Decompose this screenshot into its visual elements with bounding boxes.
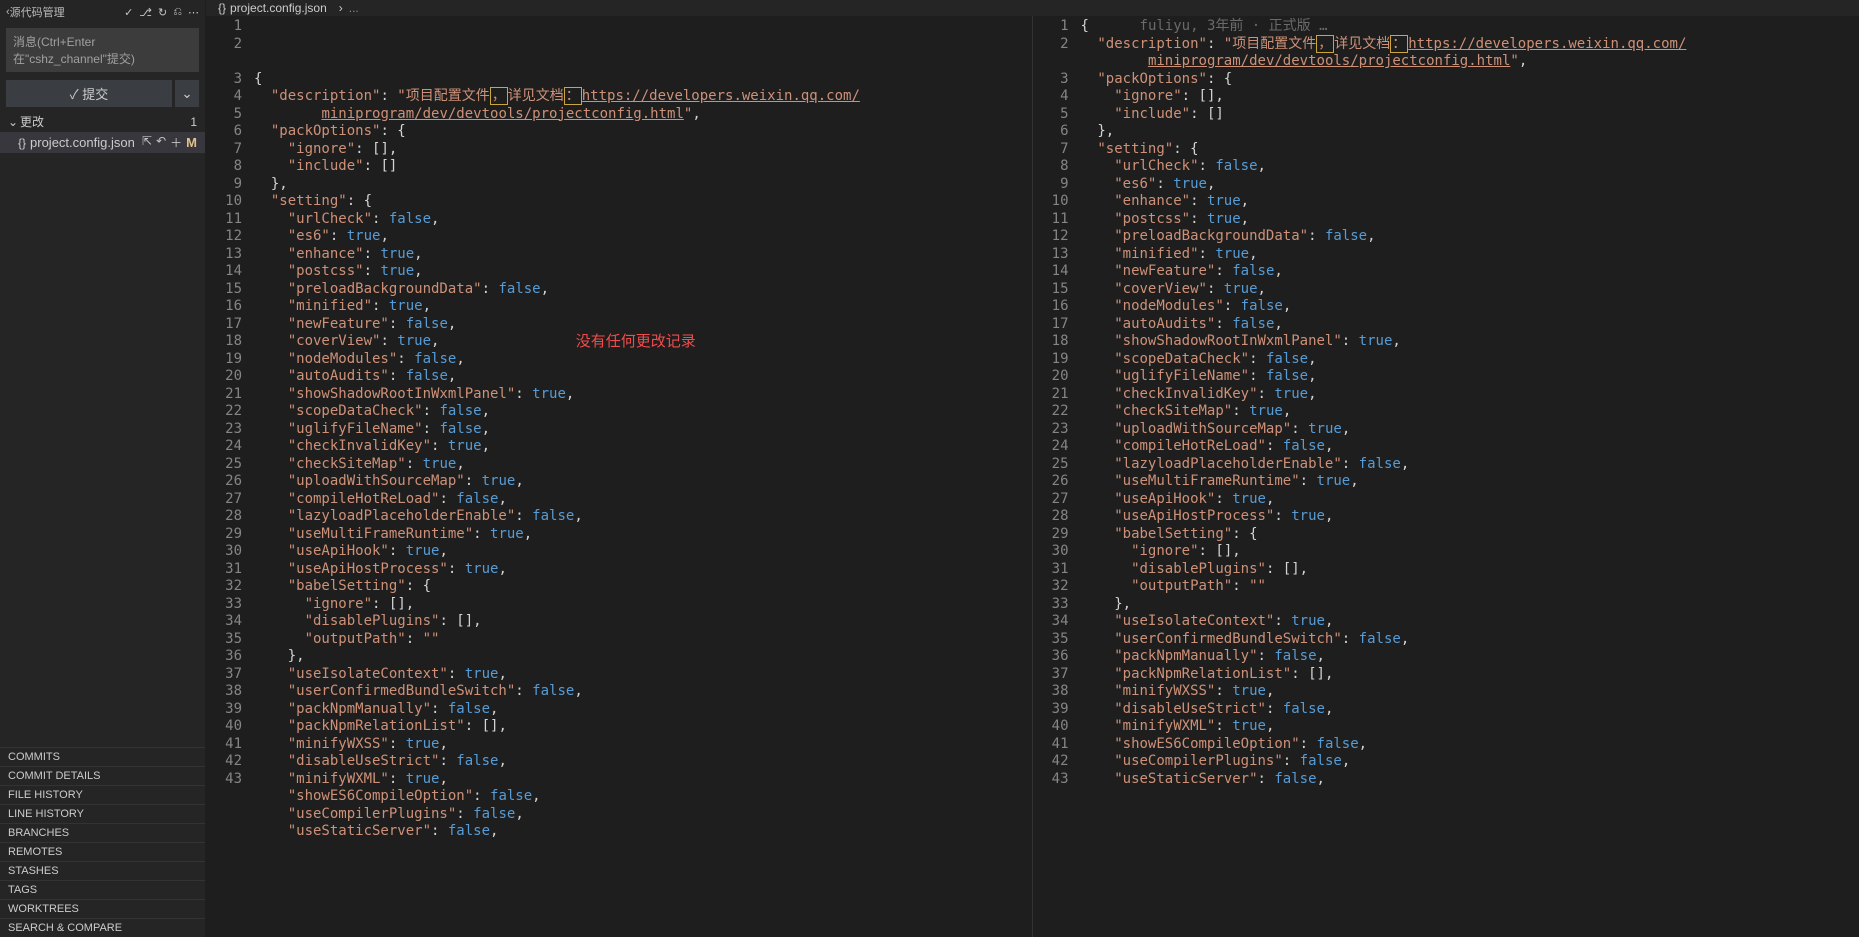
changes-count: 1	[190, 115, 197, 129]
modified-badge: M	[186, 135, 197, 150]
changes-label: 更改	[20, 113, 190, 130]
stage-icon[interactable]: ＋	[170, 134, 182, 151]
check-icon[interactable]: ✓	[124, 6, 133, 19]
panel-item[interactable]: LINE HISTORY	[0, 804, 205, 823]
tab-bar: {} project.config.json › ...	[206, 0, 1859, 16]
chevron-down-icon: ⌄	[8, 115, 20, 129]
code-left[interactable]: 没有任何更改记录 { "description": "项目配置文件，详见文档：h…	[254, 16, 1018, 937]
tree-icon[interactable]: ⎇	[139, 6, 152, 19]
gitlens-panels: COMMITSCOMMIT DETAILSFILE HISTORYLINE HI…	[0, 747, 205, 937]
commit-button[interactable]: ✓ 提交	[6, 80, 172, 107]
panel-item[interactable]: FILE HISTORY	[0, 785, 205, 804]
open-file-icon[interactable]: ⇱	[142, 134, 152, 151]
code-right[interactable]: { fuliyu, 3年前 · 正式版 … "description": "项目…	[1081, 16, 1846, 937]
commit-dropdown[interactable]: ⌄	[175, 80, 199, 107]
refresh-icon[interactable]: ↻	[158, 6, 167, 19]
file-name: project.config.json	[30, 135, 142, 150]
scm-sidebar: ‹ 源代码管理 ✓ ⎇ ↻ ⎌ ⋯ 消息(Ctrl+Enter 在"cshz_c…	[0, 0, 206, 937]
json-file-icon: {}	[18, 136, 26, 150]
commit-graph-icon[interactable]: ⎌	[173, 6, 182, 19]
commit-message-input[interactable]: 消息(Ctrl+Enter 在"cshz_channel"提交)	[6, 28, 199, 72]
panel-item[interactable]: WORKTREES	[0, 899, 205, 918]
json-file-icon: {}	[218, 1, 226, 15]
line-gutter-right: 1234567891011121314151617181920212223242…	[1033, 16, 1081, 937]
panel-item[interactable]: BRANCHES	[0, 823, 205, 842]
panel-item[interactable]: STASHES	[0, 861, 205, 880]
discard-icon[interactable]: ↶	[156, 134, 166, 151]
panel-item[interactable]: TAGS	[0, 880, 205, 899]
tab-label: project.config.json	[230, 1, 327, 15]
panel-item[interactable]: COMMITS	[0, 747, 205, 766]
scrollbar-right[interactable]	[1845, 16, 1859, 937]
diff-left-pane[interactable]: 1234567891011121314151617181920212223242…	[206, 16, 1033, 937]
panel-item[interactable]: SEARCH & COMPARE	[0, 918, 205, 937]
changed-file-row[interactable]: {} project.config.json ⇱ ↶ ＋ M	[0, 132, 205, 153]
scrollbar-left[interactable]	[1018, 16, 1032, 937]
scm-action-icons: ✓ ⎇ ↻ ⎌ ⋯	[124, 6, 199, 19]
tab-project-config[interactable]: {} project.config.json	[212, 1, 333, 15]
scm-header: ‹ 源代码管理 ✓ ⎇ ↻ ⎌ ⋯	[0, 0, 205, 24]
breadcrumb-more: ...	[349, 1, 359, 15]
editor-area: {} project.config.json › ... 12345678910…	[206, 0, 1859, 937]
diff-view: 1234567891011121314151617181920212223242…	[206, 16, 1859, 937]
panel-item[interactable]: REMOTES	[0, 842, 205, 861]
breadcrumb-separator: ›	[339, 1, 343, 15]
more-icon[interactable]: ⋯	[188, 6, 199, 19]
scm-title: 源代码管理	[10, 4, 124, 20]
panel-item[interactable]: COMMIT DETAILS	[0, 766, 205, 785]
line-gutter-left: 1234567891011121314151617181920212223242…	[206, 16, 254, 937]
changes-section[interactable]: ⌄ 更改 1	[0, 111, 205, 132]
diff-right-pane[interactable]: 1234567891011121314151617181920212223242…	[1033, 16, 1859, 937]
